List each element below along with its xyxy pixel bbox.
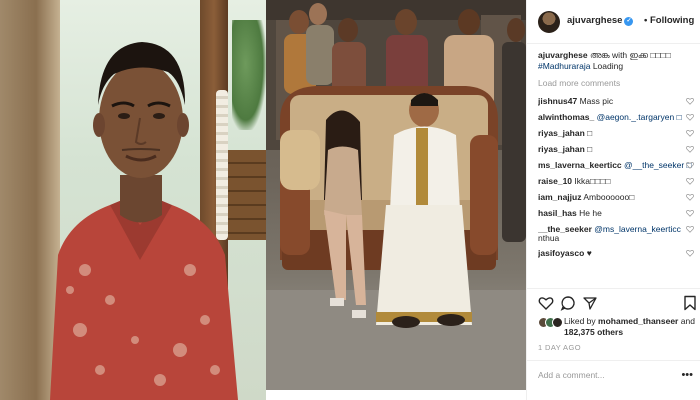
profile-photo-left bbox=[0, 0, 266, 400]
likes-summary: Liked by mohamed_thanseer and 182,375 ot… bbox=[538, 316, 698, 342]
caption-tail: Loading bbox=[592, 61, 624, 71]
post-caption: ajuvarghese അങ്ക with ഇക്ക □□□□ #Madhura… bbox=[538, 50, 696, 72]
liker-avatars[interactable] bbox=[538, 317, 563, 329]
more-options-icon[interactable]: ••• bbox=[681, 369, 693, 381]
avatar[interactable] bbox=[552, 317, 563, 328]
group-photo-middle bbox=[266, 0, 526, 390]
comment-username[interactable]: iam_najjuz bbox=[538, 192, 581, 202]
comment-text: Amboooooo□ bbox=[583, 192, 635, 202]
likes-text: Liked by mohamed_thanseer and 182,375 ot… bbox=[564, 316, 695, 338]
comment-row: riyas_jahan □ bbox=[538, 125, 696, 141]
comment-username[interactable]: ms_laverna_keerticc bbox=[538, 160, 622, 170]
comment-username[interactable]: alwinthomas_ bbox=[538, 112, 594, 122]
heart-icon[interactable] bbox=[538, 295, 554, 311]
heart-icon[interactable] bbox=[686, 145, 694, 153]
comment-row: jasifoyasco ♥ bbox=[538, 245, 696, 261]
group-photo-illustration bbox=[266, 0, 526, 390]
comment-text: Ikka□□□□ bbox=[574, 176, 611, 186]
caption-text: അങ്ക with ഇക്ക □□□□ bbox=[590, 50, 671, 60]
comment-row: alwinthomas_ @aegon._.targaryen □ bbox=[538, 109, 696, 125]
heart-icon[interactable] bbox=[686, 209, 694, 217]
comment-username[interactable]: jishnus47 bbox=[538, 96, 577, 106]
add-comment-input[interactable]: Add a comment... bbox=[538, 370, 605, 380]
post-header: ajuvarghese ✓ • Following bbox=[527, 0, 700, 44]
comment-text: □ bbox=[587, 128, 593, 138]
heart-icon[interactable] bbox=[686, 129, 694, 137]
comments-scroll-area[interactable]: ajuvarghese അങ്ക with ഇക്ക □□□□ #Madhura… bbox=[538, 50, 696, 288]
post-timestamp[interactable]: 1 DAY AGO bbox=[538, 343, 581, 352]
comment-text: □ bbox=[587, 144, 593, 154]
verified-badge-icon: ✓ bbox=[624, 17, 634, 26]
heart-icon[interactable] bbox=[686, 249, 694, 257]
comment-username[interactable]: hasil_has bbox=[538, 208, 577, 218]
likes-count[interactable]: 182,375 others bbox=[564, 327, 623, 337]
bookmark-icon[interactable] bbox=[682, 295, 698, 311]
comment-text: ♥ bbox=[586, 248, 592, 258]
likes-prefix: Liked by bbox=[564, 316, 596, 326]
caption-hashtag[interactable]: #Madhuraraja bbox=[538, 61, 590, 71]
man-portrait-illustration bbox=[50, 42, 238, 400]
comment-row: hasil_has He he bbox=[538, 205, 696, 221]
comment-username[interactable]: jasifoyasco bbox=[538, 248, 584, 258]
username-text[interactable]: ajuvarghese bbox=[567, 15, 622, 26]
comment-username[interactable]: riyas_jahan bbox=[538, 144, 585, 154]
comment-row-continuation: nthua bbox=[538, 233, 696, 245]
following-status[interactable]: • Following bbox=[644, 15, 694, 26]
comment-text: Mass pic bbox=[579, 96, 614, 106]
instagram-post-panel: ajuvarghese ✓ • Following ajuvarghese അങ്… bbox=[526, 0, 700, 400]
load-more-comments-link[interactable]: Load more comments bbox=[538, 78, 696, 88]
comment-row: raise_10 Ikka□□□□ bbox=[538, 173, 696, 189]
heart-icon[interactable] bbox=[686, 97, 694, 105]
comment-username[interactable]: riyas_jahan bbox=[538, 128, 585, 138]
comment-bubble-icon[interactable] bbox=[560, 295, 576, 311]
comment-username[interactable]: raise_10 bbox=[538, 176, 572, 186]
likes-user[interactable]: mohamed_thanseer bbox=[598, 316, 678, 326]
add-comment-bar: Add a comment... ••• bbox=[527, 360, 700, 400]
comment-row: ms_laverna_keerticc @__the_seeker □ bbox=[538, 157, 696, 173]
comment-mention[interactable]: @aegon._.targaryen □ bbox=[597, 112, 682, 122]
heart-icon[interactable] bbox=[686, 161, 694, 169]
following-label[interactable]: Following bbox=[650, 15, 694, 26]
heart-icon[interactable] bbox=[686, 225, 694, 233]
comment-text: He he bbox=[579, 208, 602, 218]
comment-row: iam_najjuz Amboooooo□ bbox=[538, 189, 696, 205]
share-arrow-icon[interactable] bbox=[582, 295, 598, 311]
post-username[interactable]: ajuvarghese ✓ bbox=[567, 15, 634, 26]
post-actions-bar bbox=[527, 288, 700, 316]
heart-icon[interactable] bbox=[686, 193, 694, 201]
comment-text: nthua bbox=[538, 233, 560, 243]
comment-row: jishnus47 Mass pic bbox=[538, 93, 696, 109]
comment-mention[interactable]: @__the_seeker □ bbox=[624, 160, 692, 170]
comment-row: riyas_jahan □ bbox=[538, 141, 696, 157]
avatar[interactable] bbox=[538, 11, 560, 33]
heart-icon[interactable] bbox=[686, 113, 694, 121]
likes-and: and bbox=[680, 316, 695, 326]
caption-username[interactable]: ajuvarghese bbox=[538, 50, 588, 60]
heart-icon[interactable] bbox=[686, 177, 694, 185]
